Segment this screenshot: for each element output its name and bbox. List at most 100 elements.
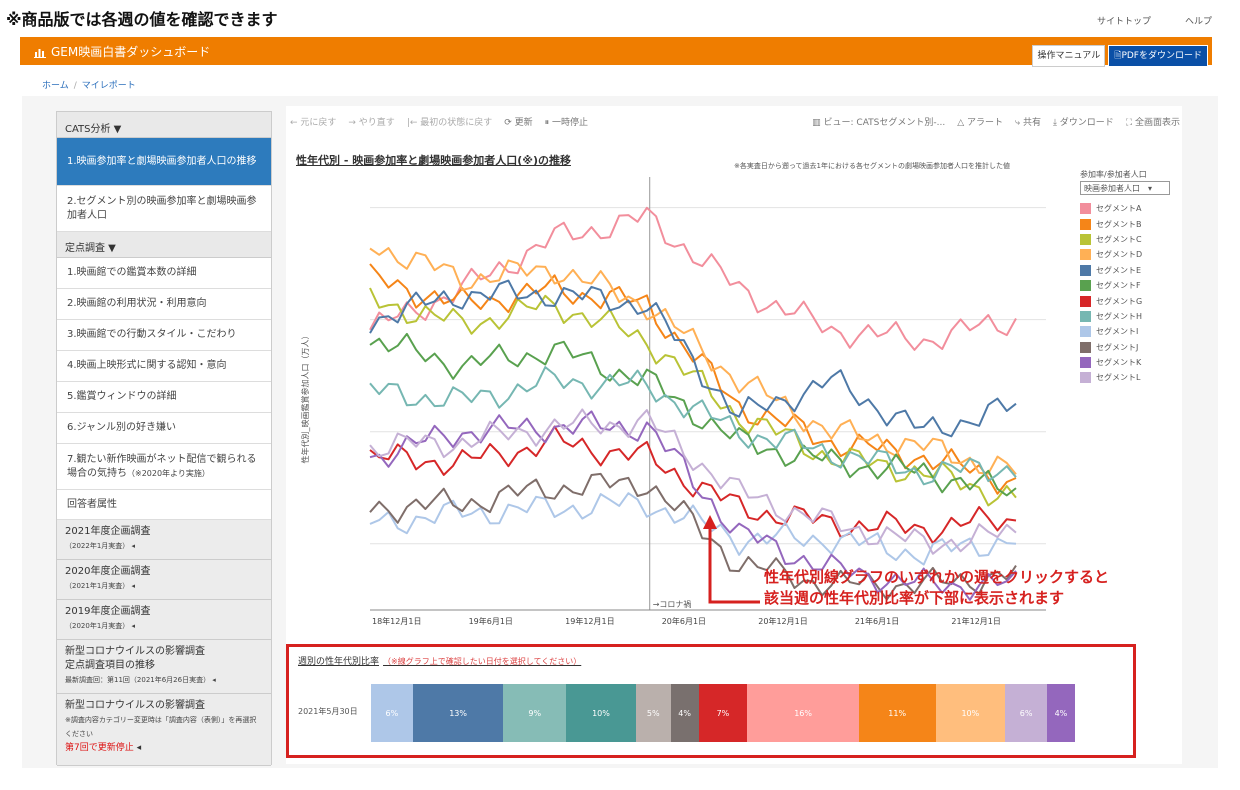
sidebar-item-cats-2[interactable]: 2.セグメント別の映画参加率と劇場映画参加者人口 (57, 186, 271, 232)
sidebar-section-fixed[interactable]: 定点調査 ▼ (57, 232, 271, 258)
sidebar-group-corona-2[interactable]: 新型コロナウイルスの影響調査 ※調査内容カテゴリー変更時は「調査内容（表側）」を… (57, 694, 271, 766)
series-line[interactable] (369, 279, 1017, 438)
fullscreen-label: 全画面表示 (1134, 118, 1180, 128)
brand-title: GEM映画白書ダッシュボード (51, 45, 211, 59)
legend-label: セグメントA (1096, 204, 1142, 214)
breadcrumb-myreport[interactable]: マイレポート (82, 81, 136, 91)
legend-label: セグメントD (1096, 250, 1143, 260)
pdf-download-button[interactable]: 🗎PDFをダウンロード (1108, 45, 1208, 67)
callout-text: 性年代別線グラフのいずれかの週をクリックすると 該当週の性年代別比率が下部に表示… (764, 567, 1109, 609)
ratio-segment[interactable]: 4% (670, 684, 699, 742)
pause-label: 一時停止 (552, 118, 589, 128)
ratio-segment[interactable]: 10% (566, 684, 636, 742)
sidebar-group-2021[interactable]: 2021年度企画調査 （2022年1月実査） ◂ (57, 520, 271, 560)
chart-title: 性年代別 - 映画参加率と劇場映画参加者人口(※)の推移 (296, 154, 571, 167)
x-tick-label: 18年12月1日 (372, 616, 421, 626)
corona2-stopped: 第7回で更新停止 (65, 743, 134, 753)
x-tick-label: 21年12月1日 (951, 616, 1000, 626)
sidebar-group-2019[interactable]: 2019年度企画調査 （2020年1月実査） ◂ (57, 600, 271, 640)
alert-button[interactable]: △ アラート (957, 115, 1003, 131)
legend-item[interactable]: セグメントB (1080, 216, 1190, 231)
legend-swatch (1080, 310, 1091, 322)
legend-item[interactable]: セグメントL (1080, 370, 1190, 385)
ratio-segment[interactable]: 16% (747, 684, 859, 742)
ratio-segment[interactable]: 13% (412, 684, 504, 742)
measure-dropdown[interactable]: 映画参加者人口 ▾ (1080, 181, 1170, 195)
legend-item[interactable]: セグメントE (1080, 263, 1190, 278)
redo-button[interactable]: → やり直す (348, 115, 394, 131)
corona2-arrow: ◂ (133, 743, 142, 753)
group-2021-sub: （2022年1月実査） ◂ (65, 542, 136, 550)
legend-item[interactable]: セグメントI (1080, 324, 1190, 339)
header-buttons: 操作マニュアル 🗎PDFをダウンロード (1032, 45, 1208, 67)
legend-swatch (1080, 326, 1091, 338)
share-icon: ⤷ (1015, 118, 1023, 128)
brand[interactable]: GEM映画白書ダッシュボード (34, 43, 210, 60)
ratio-date: 2021年5月30日 (298, 707, 358, 716)
ratio-segment[interactable]: 5% (635, 684, 671, 742)
legend-item[interactable]: セグメントH (1080, 309, 1190, 324)
sidebar-item-respondent[interactable]: 回答者属性 (57, 490, 271, 520)
ratio-stacked-bar[interactable]: 6% 13% 9% 10% 5% 4% 7% 16% 11% 10% 6% 4% (371, 684, 1075, 742)
group-2020-title: 2020年度企画調査 (65, 566, 151, 577)
ratio-segment[interactable]: 4% (1047, 684, 1075, 742)
group-2019-sub: （2020年1月実査） ◂ (65, 622, 136, 630)
sidebar-item-fixed-7[interactable]: 7.観たい新作映画がネット配信で観られる場合の気持ち（※2020年より実施） (57, 444, 271, 490)
pause-icon: ⏸ (544, 118, 553, 128)
sidebar-item-fixed-2[interactable]: 2.映画館の利用状況・利用意向 (57, 289, 271, 320)
legend-item[interactable]: セグメントA (1080, 201, 1190, 216)
legend-swatch (1080, 203, 1091, 215)
callout-line-2: 該当週の性年代別比率が下部に表示されます (764, 589, 1065, 607)
legend-item[interactable]: セグメントK (1080, 355, 1190, 370)
sidebar-group-corona-1[interactable]: 新型コロナウイルスの影響調査 定点調査項目の推移 最新調査回：第11回（2021… (57, 640, 271, 694)
legend-item[interactable]: セグメントJ (1080, 340, 1190, 355)
legend-swatch (1080, 264, 1091, 276)
view-button[interactable]: ▥ ビュー: CATSセグメント別-... (812, 115, 945, 131)
legend-item[interactable]: セグメントF (1080, 278, 1190, 293)
ratio-segment[interactable]: 6% (371, 684, 413, 742)
ratio-title: 週別の性年代別比率 （※線グラフ上で確認したい日付を選択してください） (298, 654, 581, 667)
sidebar-item-fixed-4[interactable]: 4.映画上映形式に関する認知・意向 (57, 351, 271, 382)
legend-label: セグメントG (1096, 296, 1143, 306)
sidebar-item-cats-1[interactable]: 1.映画参加率と劇場映画参加者人口の推移 (57, 138, 271, 186)
ratio-segment[interactable]: 10% (935, 684, 1006, 742)
ratio-title-text: 週別の性年代別比率 (298, 657, 380, 667)
sidebar-item-fixed-6[interactable]: 6.ジャンル別の好き嫌い (57, 413, 271, 444)
sidebar-item-fixed-1[interactable]: 1.映画館での鑑賞本数の詳細 (57, 258, 271, 289)
sidebar-item-fixed-5[interactable]: 5.鑑賞ウィンドウの詳細 (57, 382, 271, 413)
legend-swatch (1080, 249, 1091, 261)
x-tick-label: 19年6月1日 (469, 616, 513, 626)
breadcrumb-home[interactable]: ホーム (42, 81, 69, 91)
legend-label: セグメントC (1096, 234, 1142, 244)
legend-title: 参加率/参加者人口 (1080, 170, 1147, 179)
refresh-label: 更新 (514, 118, 533, 128)
sidebar-group-2020[interactable]: 2020年度企画調査 （2021年1月実査） ◂ (57, 560, 271, 600)
ratio-segment[interactable]: 7% (698, 684, 748, 742)
sidebar-section-cats[interactable]: CATS分析 ▼ (57, 112, 271, 138)
manual-button[interactable]: 操作マニュアル (1032, 45, 1106, 67)
sidebar-item-fixed-3[interactable]: 3.映画館での行動スタイル・こだわり (57, 320, 271, 351)
share-button[interactable]: ⤷ 共有 (1015, 115, 1041, 131)
alert-label: アラート (967, 118, 1004, 128)
ratio-segment[interactable]: 9% (503, 684, 567, 742)
legend-label: セグメントK (1096, 358, 1142, 368)
breadcrumb: ホーム / マイレポート (42, 78, 136, 91)
legend-label: セグメントB (1096, 219, 1142, 229)
download-button[interactable]: ⤓ ダウンロード (1053, 115, 1114, 131)
help-link[interactable]: ヘルプ (1185, 14, 1212, 27)
pause-button[interactable]: ⏸ 一時停止 (545, 115, 588, 131)
refresh-button[interactable]: ⟳ 更新 (504, 115, 532, 131)
ratio-segment[interactable]: 6% (1005, 684, 1048, 742)
corona2-note: ※調査内容カテゴリー変更時は「調査内容（表側）」を再選択ください (65, 716, 257, 738)
top-links: サイトトップ ヘルプ (1097, 14, 1212, 27)
series-line[interactable] (369, 408, 1017, 555)
legend-item[interactable]: セグメントD (1080, 247, 1190, 262)
legend-item[interactable]: セグメントG (1080, 293, 1190, 308)
revert-button[interactable]: |← 最初の状態に戻す (407, 115, 492, 131)
fullscreen-button[interactable]: ⛶ 全画面表示 (1126, 115, 1180, 131)
ratio-segment[interactable]: 11% (858, 684, 936, 742)
corona-annotation: →コロナ禍 (653, 599, 692, 609)
undo-button[interactable]: ← 元に戻す (290, 115, 336, 131)
legend-item[interactable]: セグメントC (1080, 232, 1190, 247)
site-top-link[interactable]: サイトトップ (1097, 14, 1151, 27)
